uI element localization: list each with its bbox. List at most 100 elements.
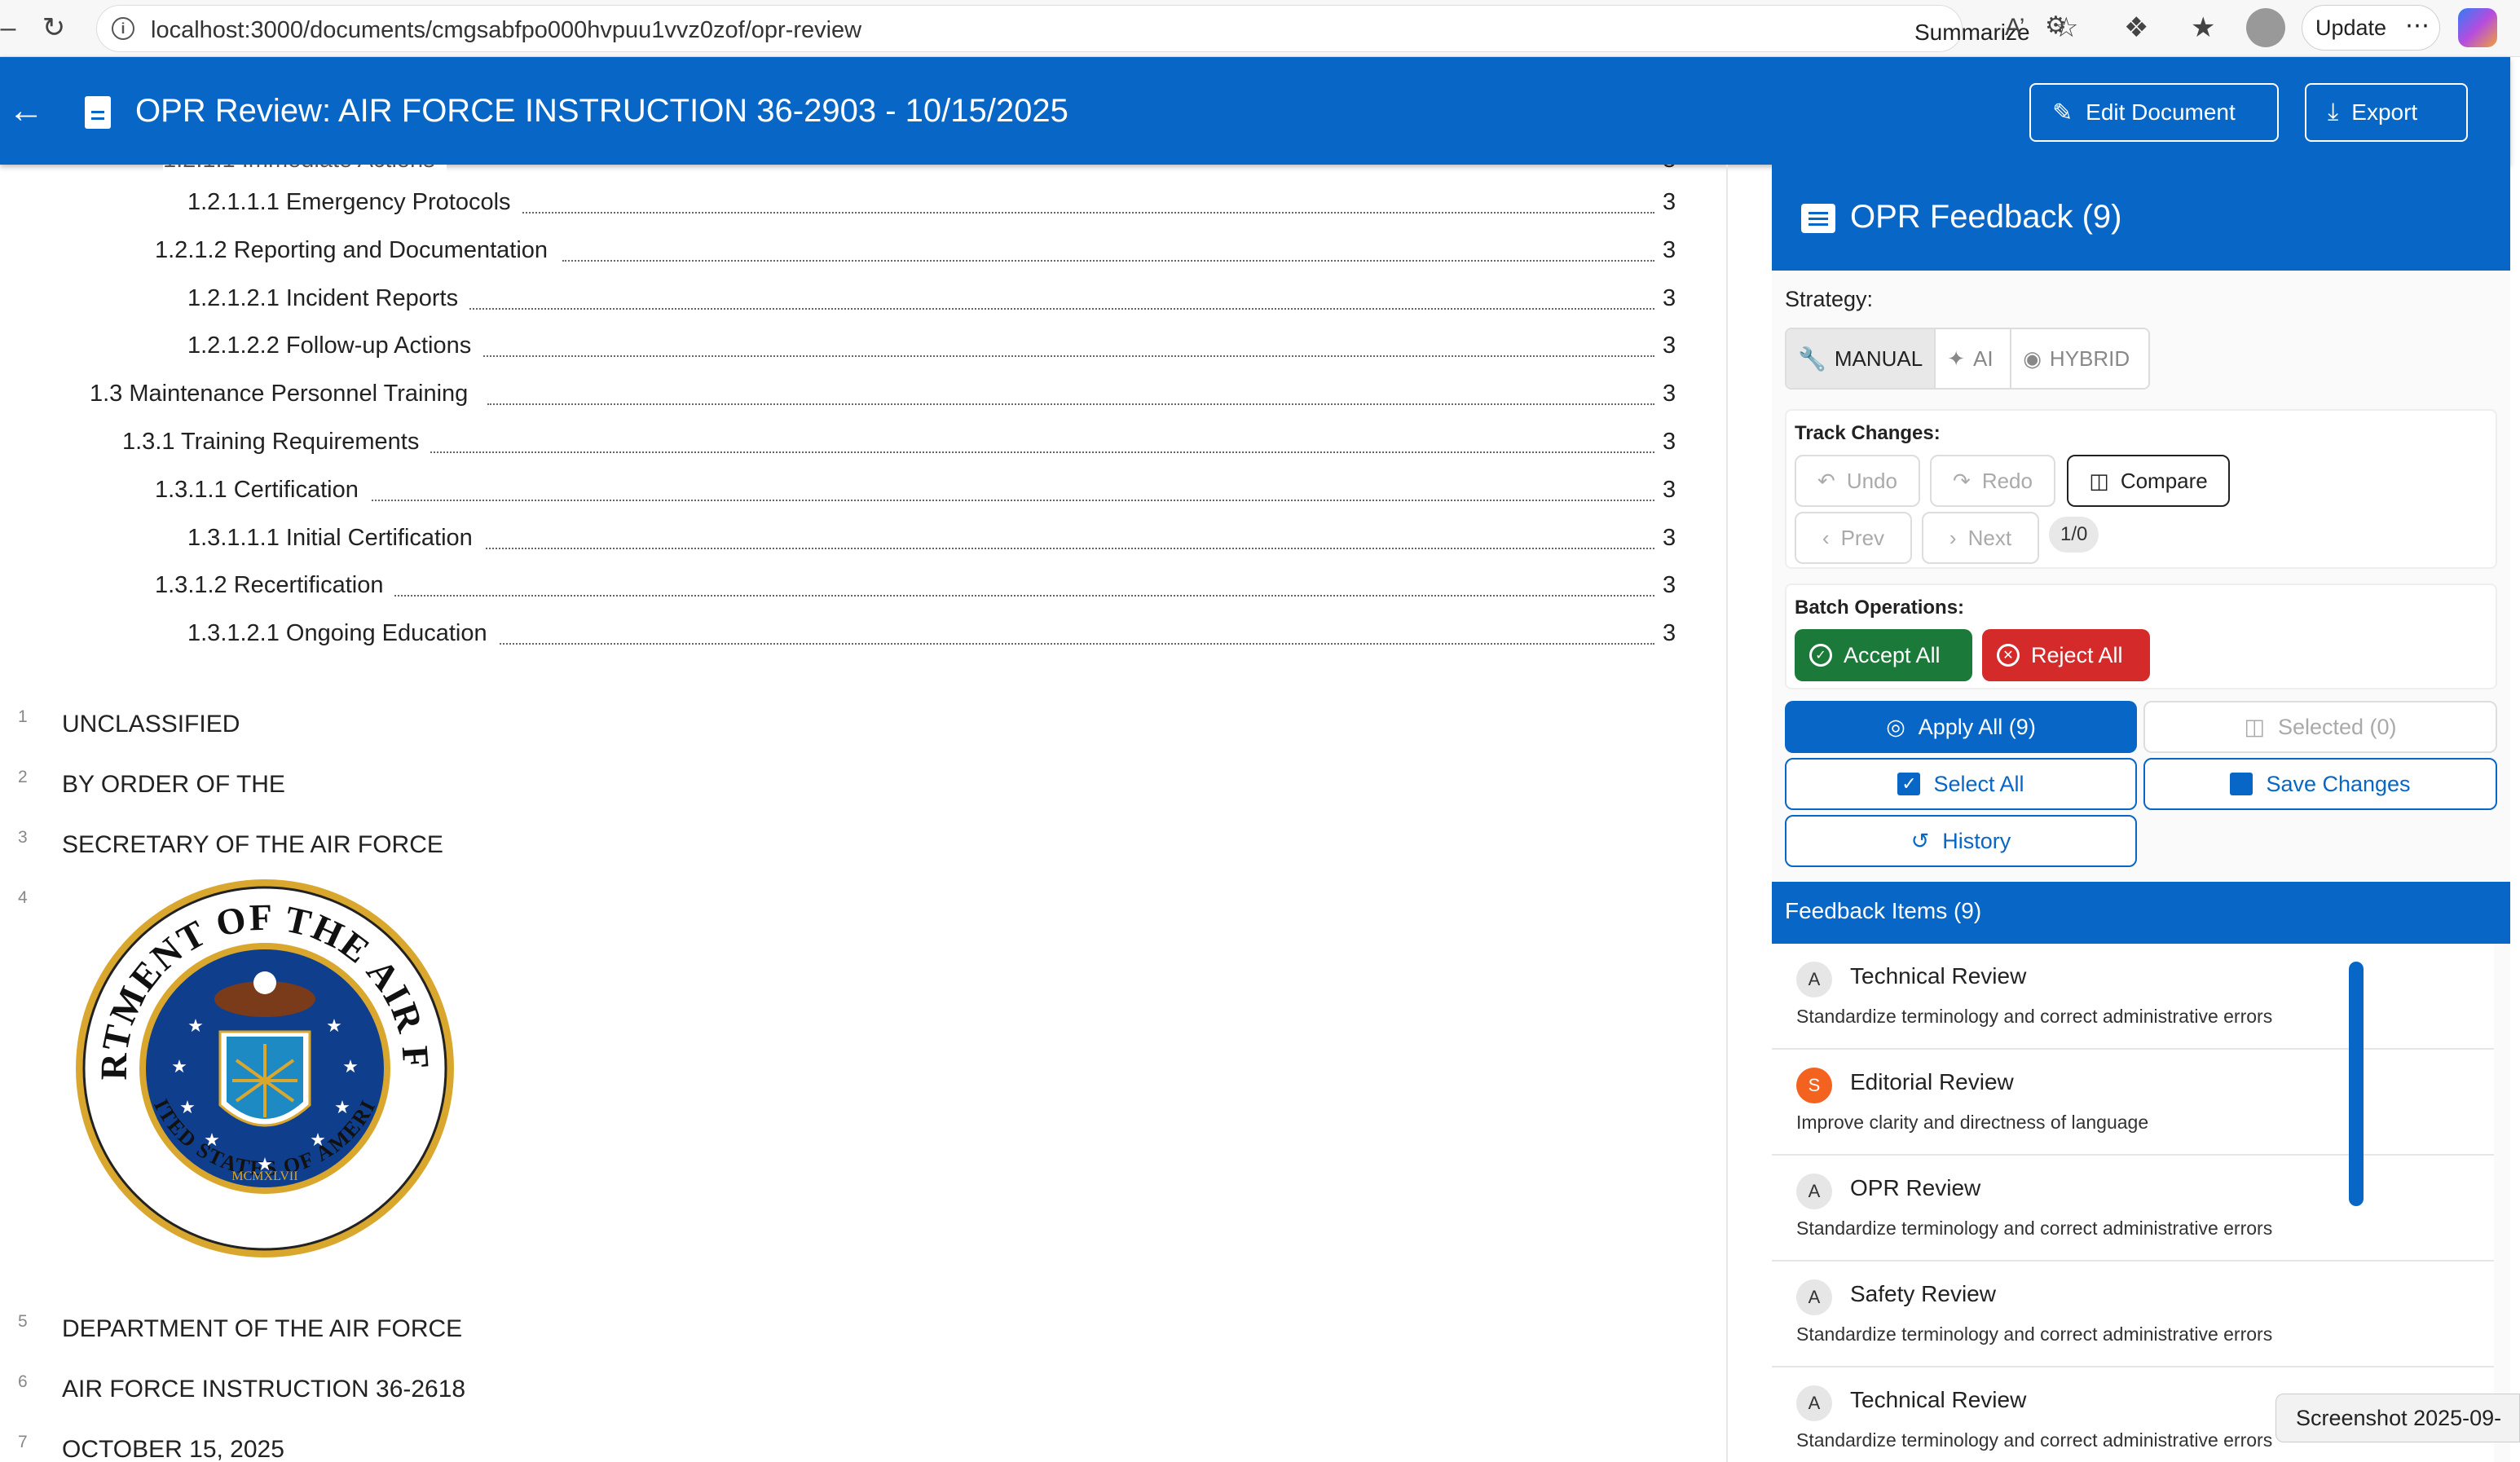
- document-line-text[interactable]: OCTOBER 15, 2025: [62, 1436, 284, 1462]
- feedback-item[interactable]: S Editorial Review Improve clarity and dir…: [1772, 1050, 2494, 1156]
- document-line-text[interactable]: UNCLASSIFIED: [62, 711, 240, 738]
- toc-leader-dots: [456, 307, 1654, 310]
- save-changes-button[interactable]: Save Changes: [2143, 758, 2497, 810]
- document-viewer[interactable]: 1.2.1.1 Immediate Actions 3 1.2.1.1.1 Em…: [8, 165, 1728, 1462]
- feedback-items-title: Feedback Items (9): [1785, 898, 1982, 923]
- page-title: OPR Review: AIR FORCE INSTRUCTION 36-290…: [135, 93, 1068, 129]
- save-changes-label: Save Changes: [2266, 771, 2411, 796]
- strategy-manual[interactable]: 🔧 MANUAL: [1786, 329, 1936, 388]
- toc-row: 1.3.1.2.1 Ongoing Education 3: [8, 620, 1703, 653]
- document-line-text[interactable]: BY ORDER OF THE: [62, 771, 285, 799]
- browser-toolbar: – ↻ i localhost:3000/documents/cmgsabfpo…: [0, 0, 2520, 57]
- feedback-item[interactable]: A Technical Review Standardize terminology…: [1772, 944, 2494, 1050]
- strategy-toggle: 🔧 MANUAL ✦ AI ◉ HYBRID: [1785, 328, 2150, 390]
- history-icon: ↺: [1910, 828, 1930, 853]
- prev-button[interactable]: ‹ Prev: [1795, 512, 1912, 564]
- feedback-item[interactable]: A OPR Review Standardize terminology and c…: [1772, 1156, 2494, 1262]
- toc-page-number: 3: [1663, 476, 1676, 503]
- sparkle-icon: ✦: [1947, 346, 1966, 371]
- toc-entry-text: 1.3.1 Training Requirements: [122, 429, 431, 456]
- refresh-icon[interactable]: ↻: [36, 11, 72, 44]
- toc-leader-dots: [473, 547, 1654, 549]
- chevron-left-icon: ‹: [1822, 525, 1830, 550]
- feedback-item-description: Standardize terminology and correct admi…: [1796, 1218, 2273, 1239]
- avatar: A: [1796, 1174, 1832, 1209]
- edit-document-button[interactable]: ✎ Edit Document: [2029, 83, 2279, 142]
- apply-all-button[interactable]: ◎ Apply All (9): [1785, 701, 2137, 753]
- strategy-manual-label: MANUAL: [1834, 346, 1923, 371]
- strategy-ai[interactable]: ✦ AI: [1936, 329, 2012, 388]
- toc-row-partial: 1.2.1.1 Immediate Actions 3: [8, 165, 1703, 179]
- redo-button[interactable]: ↷ Redo: [1930, 455, 2055, 507]
- next-label: Next: [1967, 525, 2012, 550]
- accept-all-label: Accept All: [1844, 642, 1941, 667]
- profile-avatar-icon[interactable]: [2246, 8, 2285, 47]
- toc-entry-text: 1.2.1.2.1 Incident Reports: [187, 284, 470, 312]
- checkbox-icon: ✓: [1897, 773, 1921, 795]
- toc-page-number: 3: [1663, 284, 1676, 311]
- fingerprint-icon: ◎: [1886, 714, 1905, 739]
- toc-leader-dots: [487, 403, 1654, 406]
- toc-row: 1.3.1.1 Certification 3: [8, 476, 1703, 509]
- selected-button[interactable]: ◫ Selected (0): [2143, 701, 2497, 753]
- undo-button[interactable]: ↶ Undo: [1795, 455, 1920, 507]
- toc-page-number: 3: [1663, 524, 1676, 551]
- undo-icon: ↶: [1817, 468, 1835, 493]
- history-button[interactable]: ↺ History: [1785, 815, 2137, 867]
- export-button[interactable]: ⤓ Export: [2305, 83, 2468, 142]
- track-changes-card: Track Changes: ↶ Undo ↷ Redo ◫ Compare ‹…: [1785, 409, 2497, 569]
- feedback-scrollbar[interactable]: [2349, 962, 2364, 1206]
- save-icon: [2230, 773, 2253, 795]
- svg-text:★: ★: [334, 1098, 350, 1118]
- reject-all-button[interactable]: ✕ Reject All: [1982, 629, 2150, 681]
- favorite-star-icon[interactable]: ☆: [2054, 11, 2078, 44]
- address-bar[interactable]: i localhost:3000/documents/cmgsabfpo000h…: [96, 5, 2067, 52]
- back-icon[interactable]: –: [0, 11, 16, 44]
- accept-all-button[interactable]: ✓ Accept All: [1795, 629, 1972, 681]
- next-button[interactable]: › Next: [1922, 512, 2039, 564]
- info-icon[interactable]: i: [112, 17, 134, 40]
- feedback-items-list[interactable]: A Technical Review Standardize terminology…: [1772, 944, 2494, 1462]
- line-number: 2: [18, 768, 28, 786]
- back-arrow-icon[interactable]: ←: [8, 93, 44, 129]
- toc-leader-dots: [491, 643, 1654, 645]
- history-label: History: [1942, 828, 2011, 853]
- select-all-button[interactable]: ✓ Select All: [1785, 758, 2137, 810]
- extensions-icon[interactable]: ❖: [2124, 11, 2148, 44]
- screenshot-toast[interactable]: Screenshot 2025-09-: [2275, 1394, 2520, 1442]
- svg-text:★: ★: [326, 1016, 342, 1037]
- copilot-icon[interactable]: [2458, 8, 2497, 47]
- chevron-right-icon: ›: [1949, 525, 1957, 550]
- compare-button[interactable]: ◫ Compare: [2067, 455, 2230, 507]
- feedback-item[interactable]: A Safety Review Standardize terminology an…: [1772, 1262, 2494, 1367]
- strategy-hybrid[interactable]: ◉ HYBRID: [2011, 329, 2148, 388]
- batch-operations-label: Batch Operations:: [1795, 597, 1965, 619]
- export-label: Export: [2351, 99, 2418, 125]
- toc-entry-text: 1.3.1.2 Recertification: [155, 572, 395, 600]
- toc-leader-dots: [562, 259, 1654, 262]
- update-button[interactable]: Update ⋯: [2302, 5, 2440, 51]
- strategy-ai-label: AI: [1973, 346, 1994, 371]
- url-text[interactable]: localhost:3000/documents/cmgsabfpo000hvp…: [151, 17, 861, 44]
- toc-entry-text: 1.2.1.2 Reporting and Documentation: [155, 236, 560, 264]
- feedback-item-title: Technical Review: [1850, 963, 2027, 989]
- redo-icon: ↷: [1953, 468, 1971, 493]
- apply-all-label: Apply All (9): [1918, 714, 2036, 739]
- feedback-items-header: Feedback Items (9): [1772, 882, 2510, 944]
- comment-icon: [1801, 204, 1835, 233]
- document-line-text[interactable]: SECRETARY OF THE AIR FORCE: [62, 831, 443, 859]
- read-aloud-icon[interactable]: A’: [2005, 11, 2024, 44]
- toc-row: 1.2.1.2.1 Incident Reports 3: [8, 284, 1703, 318]
- document-line-text[interactable]: DEPARTMENT OF THE AIR FORCE: [62, 1315, 462, 1343]
- reject-all-label: Reject All: [2031, 642, 2123, 667]
- feedback-item-description: Standardize terminology and correct admi…: [1796, 1006, 2273, 1027]
- avatar: A: [1796, 1279, 1832, 1315]
- toc-page-number: 3: [1663, 429, 1676, 455]
- document-line-text[interactable]: AIR FORCE INSTRUCTION 36-2618: [62, 1376, 465, 1403]
- feedback-item-title: Safety Review: [1850, 1281, 1996, 1306]
- more-icon[interactable]: ⋯: [2405, 4, 2430, 48]
- favorites-icon[interactable]: ★: [2191, 11, 2215, 44]
- toc-entry-text: 1.3.1.1.1 Initial Certification: [187, 524, 484, 552]
- redo-label: Redo: [1981, 468, 2033, 493]
- svg-text:★: ★: [179, 1098, 196, 1118]
